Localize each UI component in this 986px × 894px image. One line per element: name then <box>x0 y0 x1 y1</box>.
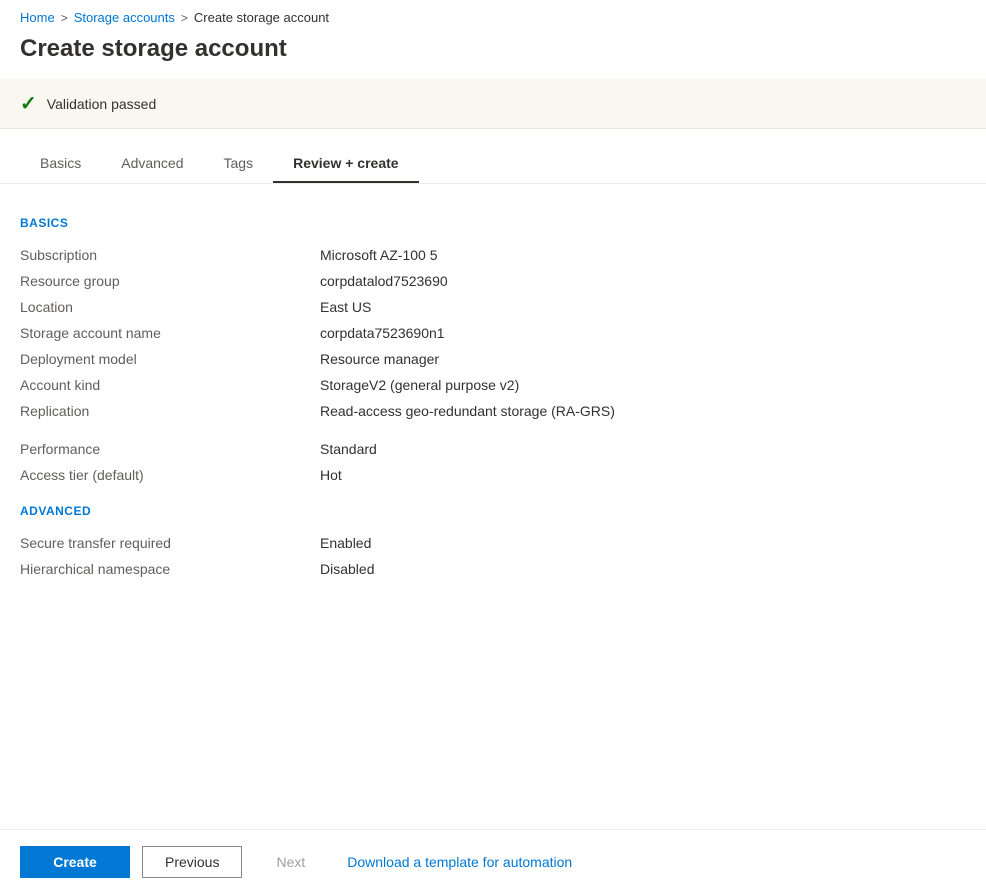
table-spacer-row <box>20 424 966 436</box>
tab-advanced[interactable]: Advanced <box>101 145 203 183</box>
breadcrumb: Home > Storage accounts > Create storage… <box>0 0 986 31</box>
value-resource-group: corpdatalod7523690 <box>320 268 966 294</box>
label-hierarchical-namespace: Hierarchical namespace <box>20 556 320 582</box>
validation-text: Validation passed <box>47 96 156 112</box>
label-location: Location <box>20 294 320 320</box>
value-account-kind: StorageV2 (general purpose v2) <box>320 372 966 398</box>
tab-basics[interactable]: Basics <box>20 145 101 183</box>
tab-review-create[interactable]: Review + create <box>273 145 418 183</box>
advanced-section-header: ADVANCED <box>20 504 966 518</box>
label-resource-group: Resource group <box>20 268 320 294</box>
page-container: Home > Storage accounts > Create storage… <box>0 0 986 894</box>
previous-button[interactable]: Previous <box>142 846 242 878</box>
label-secure-transfer: Secure transfer required <box>20 530 320 556</box>
table-row: Resource group corpdatalod7523690 <box>20 268 966 294</box>
table-row: Account kind StorageV2 (general purpose … <box>20 372 966 398</box>
advanced-table: Secure transfer required Enabled Hierarc… <box>20 530 966 582</box>
table-row: Hierarchical namespace Disabled <box>20 556 966 582</box>
breadcrumb-home[interactable]: Home <box>20 10 55 25</box>
content-area: BASICS Subscription Microsoft AZ-100 5 R… <box>0 184 986 829</box>
value-performance: Standard <box>320 436 966 462</box>
tab-tags[interactable]: Tags <box>204 145 274 183</box>
label-access-tier: Access tier (default) <box>20 462 320 488</box>
label-account-kind: Account kind <box>20 372 320 398</box>
table-row: Replication Read-access geo-redundant st… <box>20 398 966 424</box>
table-row: Location East US <box>20 294 966 320</box>
breadcrumb-current: Create storage account <box>194 10 329 25</box>
value-replication: Read-access geo-redundant storage (RA-GR… <box>320 398 966 424</box>
footer: Create Previous Next Download a template… <box>0 829 986 894</box>
next-button: Next <box>254 847 327 877</box>
table-row: Access tier (default) Hot <box>20 462 966 488</box>
label-deployment-model: Deployment model <box>20 346 320 372</box>
value-location: East US <box>320 294 966 320</box>
validation-banner: ✓ Validation passed <box>0 79 986 129</box>
value-secure-transfer: Enabled <box>320 530 966 556</box>
value-storage-account-name: corpdata7523690n1 <box>320 320 966 346</box>
breadcrumb-sep2: > <box>181 11 188 25</box>
tabs-container: Basics Advanced Tags Review + create <box>0 129 986 184</box>
table-row: Deployment model Resource manager <box>20 346 966 372</box>
table-row: Subscription Microsoft AZ-100 5 <box>20 242 966 268</box>
download-template-link[interactable]: Download a template for automation <box>347 847 572 877</box>
basics-table: Subscription Microsoft AZ-100 5 Resource… <box>20 242 966 488</box>
page-title: Create storage account <box>0 31 986 79</box>
breadcrumb-sep1: > <box>61 11 68 25</box>
value-access-tier: Hot <box>320 462 966 488</box>
breadcrumb-storage-accounts[interactable]: Storage accounts <box>74 10 175 25</box>
value-deployment-model: Resource manager <box>320 346 966 372</box>
value-subscription: Microsoft AZ-100 5 <box>320 242 966 268</box>
label-subscription: Subscription <box>20 242 320 268</box>
table-row: Secure transfer required Enabled <box>20 530 966 556</box>
label-storage-account-name: Storage account name <box>20 320 320 346</box>
value-hierarchical-namespace: Disabled <box>320 556 966 582</box>
basics-section-header: BASICS <box>20 216 966 230</box>
create-button[interactable]: Create <box>20 846 130 878</box>
label-replication: Replication <box>20 398 320 424</box>
label-performance: Performance <box>20 436 320 462</box>
table-row: Performance Standard <box>20 436 966 462</box>
table-row: Storage account name corpdata7523690n1 <box>20 320 966 346</box>
validation-check-icon: ✓ <box>20 91 37 116</box>
